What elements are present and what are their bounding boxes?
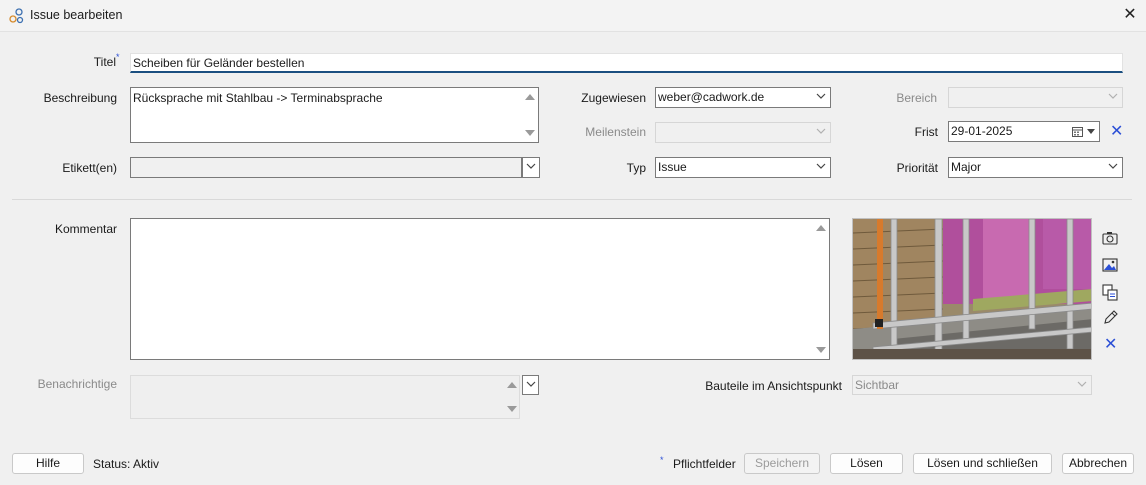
tags-label: Etikett(en) (62, 161, 117, 175)
solve-and-close-button[interactable]: Lösen und schließen (913, 453, 1052, 474)
type-label: Typ (626, 161, 646, 175)
caret-down-icon[interactable] (1087, 129, 1095, 134)
title-label: Titel (93, 55, 116, 69)
chevron-down-icon (1077, 381, 1087, 387)
description-label: Beschreibung (43, 91, 117, 105)
notified-scrollbar[interactable] (504, 375, 520, 419)
scroll-down-icon[interactable] (816, 347, 826, 353)
priority-value: Major (951, 160, 982, 174)
scroll-up-icon[interactable] (507, 382, 517, 388)
viewpoint-components-value: Sichtbar (855, 378, 900, 392)
scroll-up-icon[interactable] (525, 94, 535, 100)
area-label: Bereich (896, 91, 937, 105)
title-input-value: Scheiben für Geländer bestellen (133, 56, 305, 70)
type-value: Issue (658, 160, 687, 174)
chevron-down-icon (816, 163, 826, 169)
description-value: Rücksprache mit Stahlbau -> Terminabspra… (133, 91, 383, 105)
comment-label: Kommentar (54, 222, 117, 236)
close-icon[interactable]: ✕ (1118, 4, 1142, 26)
solve-button[interactable]: Lösen (830, 453, 903, 474)
priority-label: Priorität (896, 161, 938, 175)
camera-icon[interactable] (1101, 229, 1119, 247)
pencil-icon[interactable] (1101, 309, 1119, 327)
delete-x-icon[interactable]: ✕ (1104, 337, 1117, 353)
title-input[interactable]: Scheiben für Geländer bestellen (130, 53, 1123, 73)
clear-deadline-x-icon[interactable]: ✕ (1110, 124, 1123, 140)
help-button[interactable]: Hilfe (12, 453, 84, 474)
chevron-down-icon (816, 128, 826, 134)
assigned-label: Zugewiesen (581, 91, 646, 105)
chevron-down-icon (816, 93, 826, 99)
deadline-datepicker[interactable]: 29-01-2025 (948, 121, 1100, 142)
milestone-label: Meilenstein (585, 125, 646, 139)
chevron-down-icon (526, 381, 536, 387)
viewpoint-3d-render (853, 219, 1091, 359)
viewpoint-components-label: Bauteile im Ansichtspunkt (705, 379, 842, 393)
notified-list[interactable] (130, 375, 520, 419)
notified-label: Benachrichtige (37, 377, 117, 391)
required-fields-label: Pflichtfelder (673, 457, 736, 471)
calendar-icon[interactable] (1072, 126, 1083, 137)
image-icon[interactable] (1101, 256, 1119, 274)
chevron-down-icon (526, 163, 536, 169)
notified-dropdown-button[interactable] (522, 375, 539, 395)
tags-input[interactable] (130, 157, 522, 178)
save-button[interactable]: Speichern (744, 453, 820, 474)
cancel-button[interactable]: Abbrechen (1062, 453, 1134, 474)
tags-dropdown-button[interactable] (522, 157, 540, 178)
chevron-down-icon (1108, 163, 1118, 169)
type-select[interactable]: Issue (655, 157, 831, 178)
scroll-down-icon[interactable] (507, 406, 517, 412)
scroll-up-icon[interactable] (816, 225, 826, 231)
assigned-select[interactable]: weber@cadwork.de (655, 87, 831, 108)
window-title: Issue bearbeiten (30, 8, 123, 22)
deadline-label: Frist (914, 125, 938, 139)
milestone-select[interactable] (655, 122, 831, 143)
area-select[interactable] (948, 87, 1123, 108)
required-marker-legend: * (660, 455, 664, 465)
priority-select[interactable]: Major (948, 157, 1123, 178)
copy-icon[interactable] (1101, 283, 1119, 301)
viewpoint-components-select[interactable]: Sichtbar (852, 375, 1092, 395)
comment-scrollbar[interactable] (812, 219, 829, 359)
chevron-down-icon (1108, 93, 1118, 99)
assigned-value: weber@cadwork.de (658, 90, 765, 104)
section-divider (12, 199, 1132, 200)
cadwork-issue-icon (9, 8, 25, 24)
description-textarea[interactable]: Rücksprache mit Stahlbau -> Terminabspra… (130, 87, 539, 143)
scroll-down-icon[interactable] (525, 130, 535, 136)
status-text: Status: Aktiv (93, 457, 160, 471)
required-marker: * (116, 52, 120, 62)
description-scrollbar[interactable] (521, 88, 538, 142)
viewpoint-snapshot-image[interactable] (852, 218, 1092, 360)
title-bar (0, 0, 1146, 32)
comment-textarea[interactable] (130, 218, 830, 360)
